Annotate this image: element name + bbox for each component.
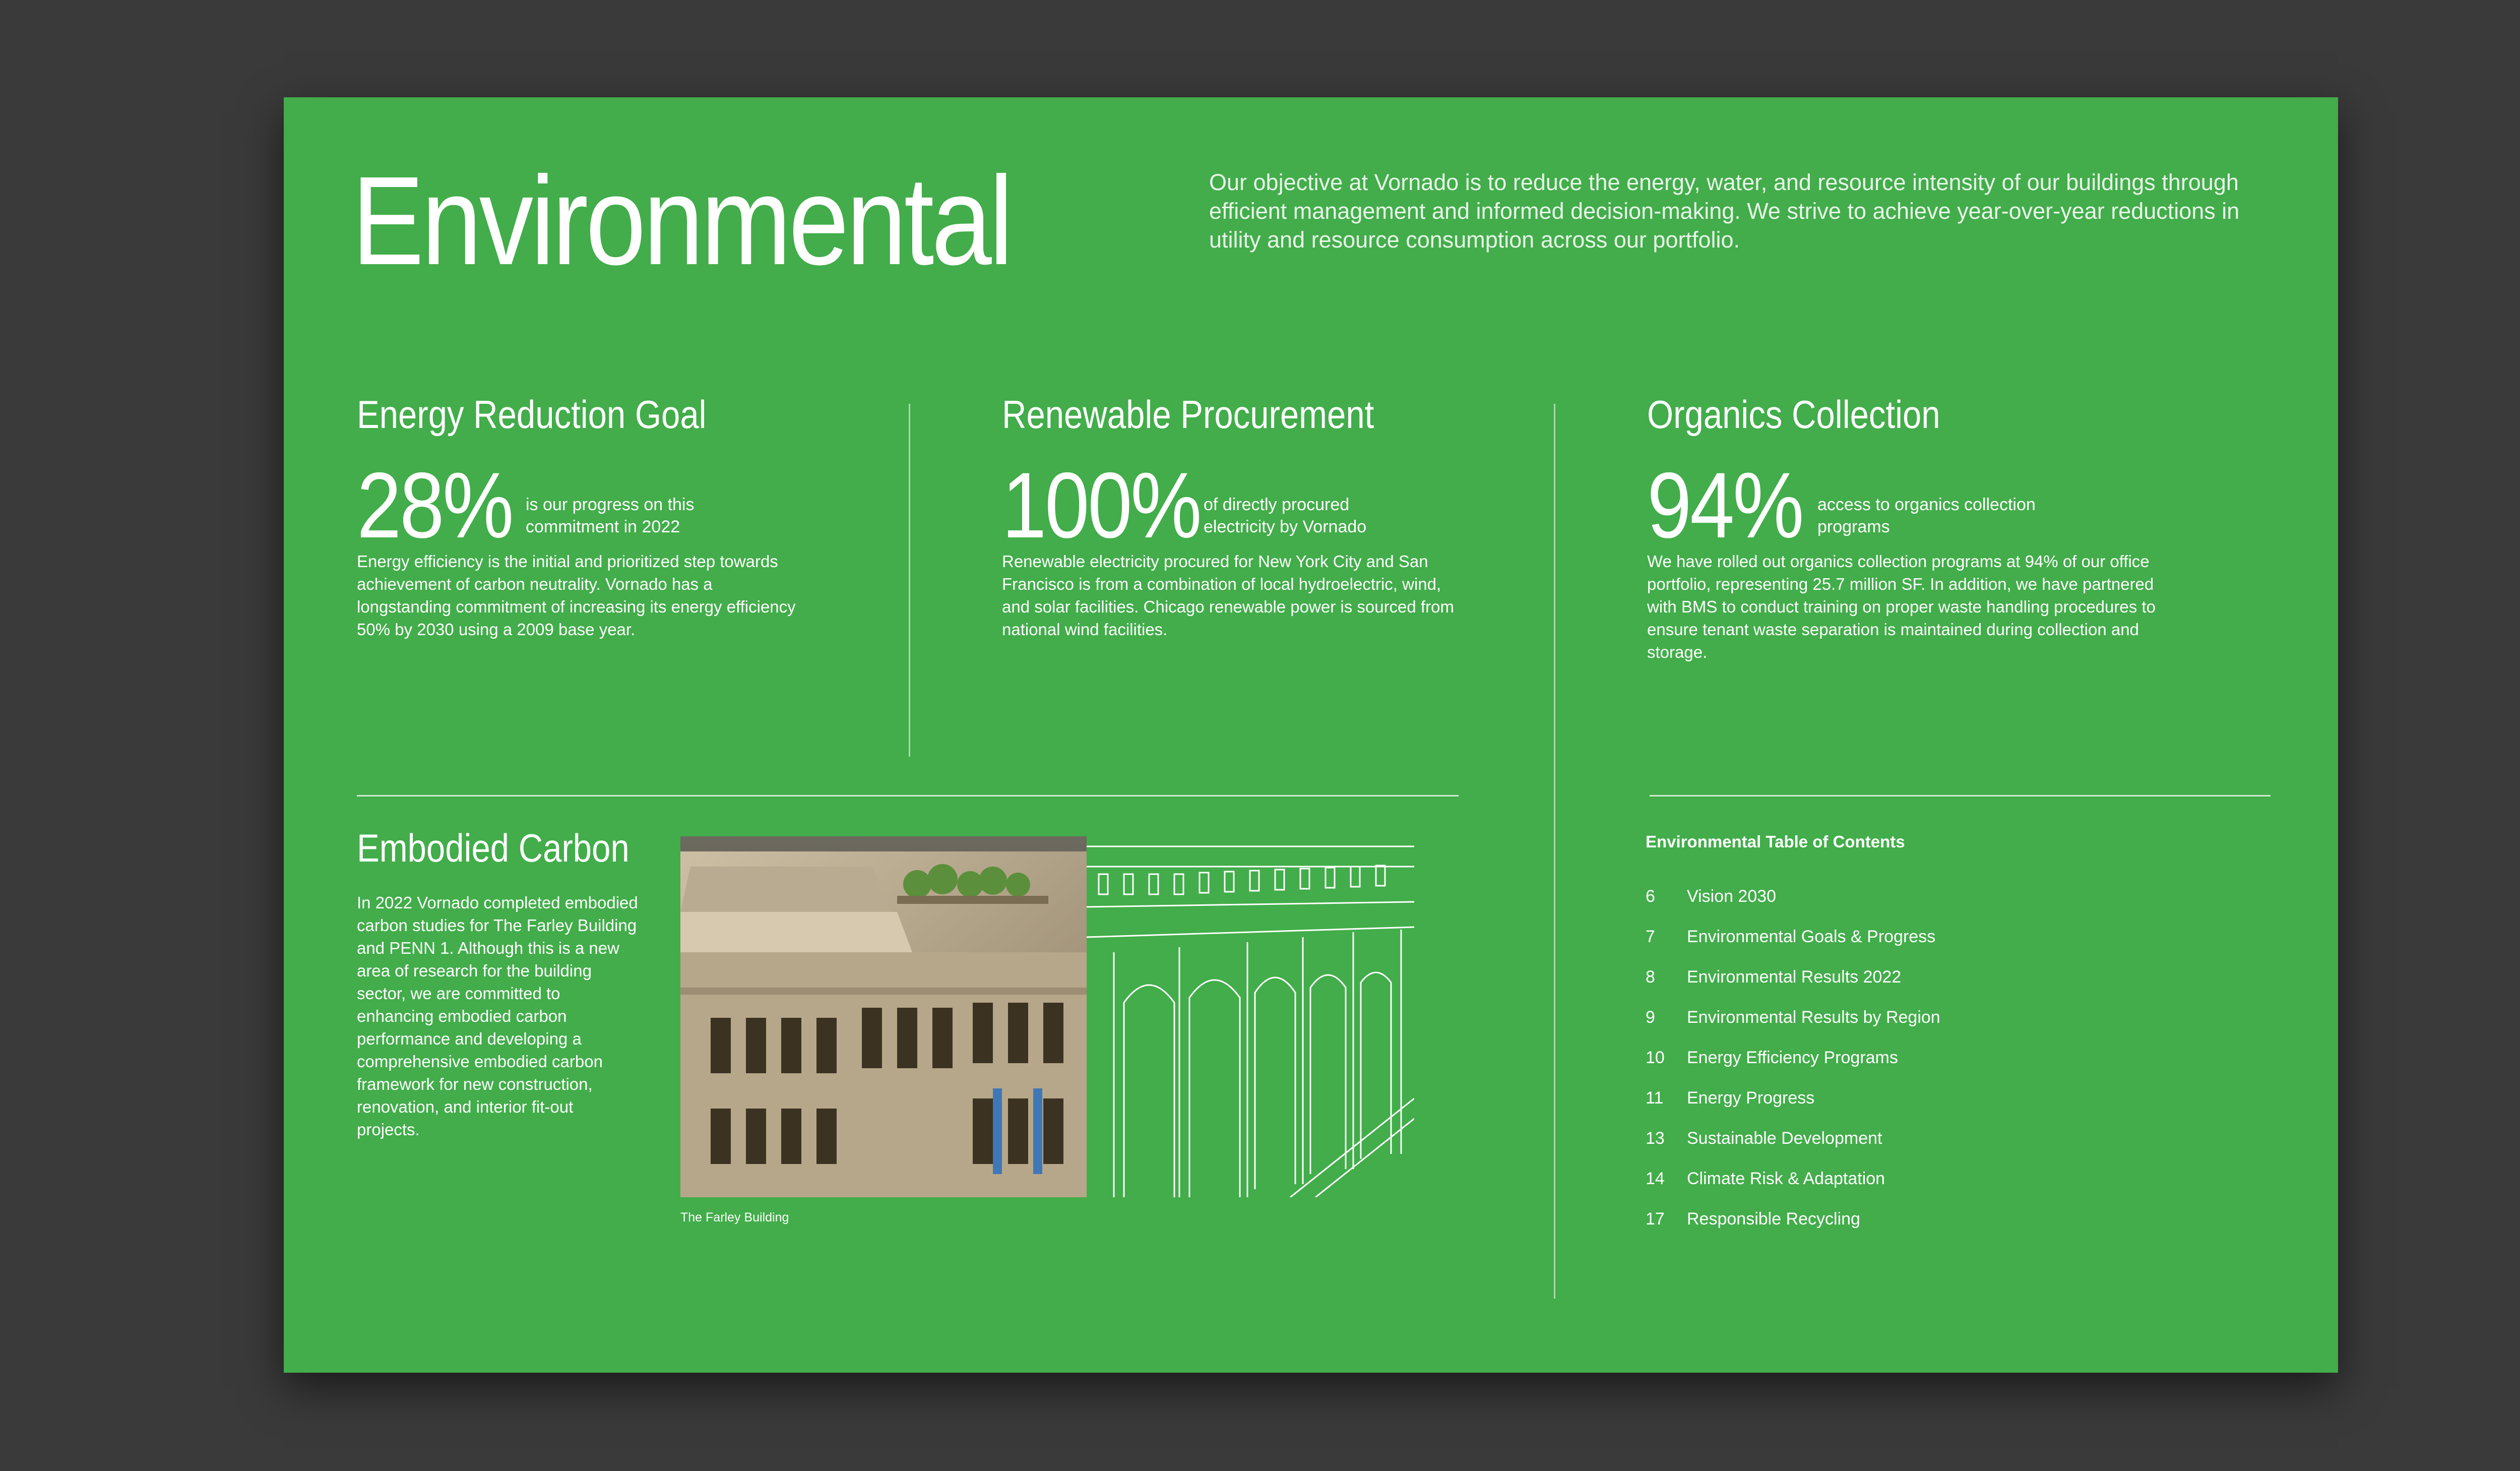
stat-note: access to organics collection programs	[1817, 495, 2036, 536]
toc-label: Vision 2030	[1687, 887, 1777, 906]
toc-item[interactable]: 8 Environmental Results 2022	[1646, 967, 2301, 1007]
column-divider	[909, 404, 910, 757]
toc-label: Climate Risk & Adaptation	[1687, 1169, 1885, 1188]
toc-item[interactable]: 9 Environmental Results by Region	[1646, 1007, 2301, 1048]
stat-renewable-procurement: Renewable Procurement 100% of directly p…	[1002, 395, 1582, 641]
stat-heading: Energy Reduction Goal	[357, 392, 707, 437]
toc-label: Energy Progress	[1687, 1088, 1815, 1108]
report-page: Environmental Our objective at Vornado i…	[284, 97, 2338, 1373]
toc-label: Sustainable Development	[1687, 1129, 1882, 1148]
stat-value: 100%	[1002, 454, 1202, 558]
section-divider	[357, 795, 1459, 796]
toc-item[interactable]: 7 Environmental Goals & Progress	[1646, 927, 2301, 967]
toc-item[interactable]: 11 Energy Progress	[1646, 1088, 2301, 1128]
toc-page-number: 7	[1646, 927, 1655, 946]
toc-page-number: 17	[1646, 1209, 1665, 1229]
toc-label: Energy Efficiency Programs	[1687, 1048, 1898, 1067]
toc-page-number: 8	[1646, 967, 1655, 987]
embodied-carbon-heading: Embodied Carbon	[357, 826, 629, 870]
stat-body: Renewable electricity procured for New Y…	[1002, 552, 1454, 639]
toc-page-number: 9	[1646, 1008, 1655, 1027]
column-divider	[1554, 404, 1555, 1299]
stat-note: is our progress on this commitment in 20…	[526, 495, 695, 536]
farley-building-illustration	[680, 836, 1414, 1197]
embodied-carbon-body: In 2022 Vornado completed embodied carbo…	[357, 893, 638, 1139]
toc-page-number: 10	[1646, 1048, 1665, 1067]
toc-page-number: 13	[1646, 1129, 1665, 1148]
toc-item[interactable]: 10 Energy Efficiency Programs	[1646, 1048, 2301, 1088]
toc-label: Environmental Results by Region	[1687, 1008, 1940, 1027]
stat-value: 28%	[357, 454, 514, 558]
stat-organics-collection: Organics Collection 94% access to organi…	[1647, 395, 2227, 663]
farley-building-image	[680, 836, 1414, 1197]
toc-page-number: 6	[1646, 887, 1655, 906]
section-divider	[1650, 795, 2271, 796]
toc-label: Responsible Recycling	[1687, 1209, 1860, 1229]
toc-item[interactable]: 6 Vision 2030	[1646, 886, 2301, 927]
toc-page-number: 11	[1646, 1088, 1664, 1108]
toc-item[interactable]: 14 Climate Risk & Adaptation	[1646, 1169, 2301, 1209]
stat-body: Energy efficiency is the initial and pri…	[357, 552, 796, 639]
stat-heading: Organics Collection	[1647, 392, 1940, 437]
toc-title: Environmental Table of Contents	[1646, 832, 1905, 851]
intro-paragraph: Our objective at Vornado is to reduce th…	[1209, 169, 2240, 253]
toc-item[interactable]: 13 Sustainable Development	[1646, 1128, 2301, 1169]
stat-body: We have rolled out organics collection p…	[1647, 552, 2156, 661]
image-caption: The Farley Building	[680, 1210, 789, 1224]
stat-value: 94%	[1647, 454, 1804, 558]
stat-note: of directly procured electricity by Vorn…	[1204, 495, 1367, 536]
table-of-contents: 6 Vision 2030 7 Environmental Goals & Prog…	[1646, 886, 2301, 1249]
stat-energy-reduction: Energy Reduction Goal 28% is our progres…	[357, 395, 936, 641]
toc-page-number: 14	[1646, 1169, 1665, 1188]
toc-item[interactable]: 17 Responsible Recycling	[1646, 1209, 2301, 1249]
page-title: Environmental	[352, 150, 1013, 291]
toc-label: Environmental Results 2022	[1687, 967, 1902, 987]
stat-heading: Renewable Procurement	[1002, 392, 1374, 437]
toc-label: Environmental Goals & Progress	[1687, 927, 1936, 946]
